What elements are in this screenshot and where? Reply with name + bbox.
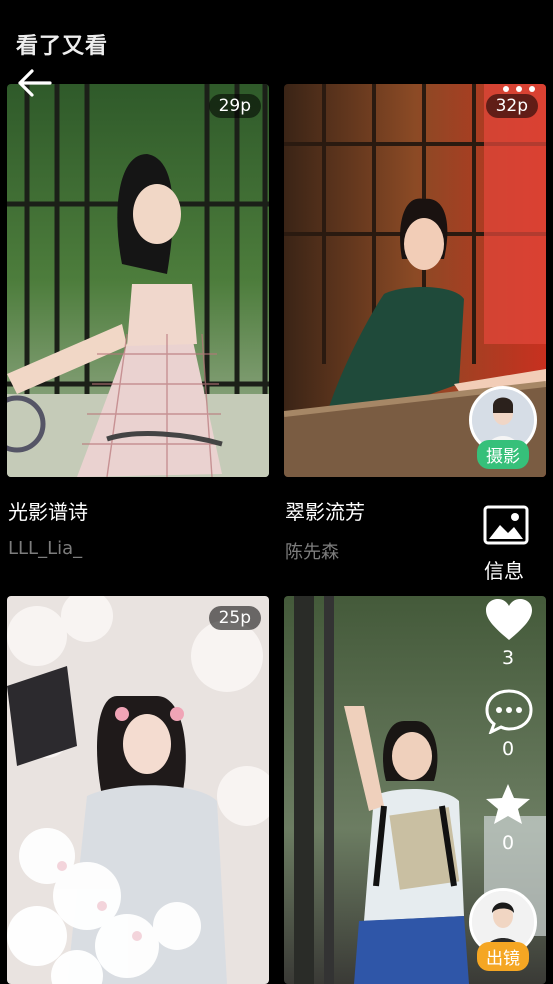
photo-count-badge: 25p xyxy=(208,606,261,630)
photo-girl-bicycle xyxy=(7,84,269,477)
model-tag: 出镜 xyxy=(477,942,529,971)
card-2-title[interactable]: 翠影流芳 xyxy=(285,496,365,525)
photo-girl-blossoms xyxy=(7,596,269,984)
star-icon xyxy=(486,784,530,824)
comment-bubble-icon xyxy=(485,689,533,736)
card-1-author[interactable]: LLL_Lia_ xyxy=(8,538,82,559)
photo-count-badge: 32p xyxy=(485,94,538,118)
card-1-image[interactable]: 29p xyxy=(7,84,269,477)
info-button[interactable]: 信息 xyxy=(481,505,531,585)
back-button[interactable] xyxy=(14,64,54,104)
image-info-icon xyxy=(483,505,529,545)
card-3-image[interactable]: 25p xyxy=(7,596,269,984)
comment-button[interactable]: 0 xyxy=(484,688,534,763)
photographer-avatar-button[interactable]: 摄影 xyxy=(469,386,537,469)
comment-count: 0 xyxy=(501,738,515,760)
like-count: 3 xyxy=(501,647,515,669)
more-dots-icon xyxy=(503,86,535,92)
like-button[interactable]: 3 xyxy=(484,598,534,673)
more-button[interactable] xyxy=(499,80,539,92)
favorite-count: 0 xyxy=(501,832,515,854)
heart-icon xyxy=(486,599,532,640)
favorite-button[interactable]: 0 xyxy=(484,782,534,857)
model-avatar-button[interactable]: 出镜 xyxy=(469,888,537,971)
card-2-author[interactable]: 陈先森 xyxy=(285,538,339,564)
photographer-tag: 摄影 xyxy=(477,440,529,469)
photo-count-badge: 29p xyxy=(208,94,261,118)
card-1-title[interactable]: 光影谱诗 xyxy=(8,496,88,525)
info-label: 信息 xyxy=(484,559,524,583)
arrow-left-icon xyxy=(18,69,52,97)
page-title: 看了又看 xyxy=(16,34,109,59)
